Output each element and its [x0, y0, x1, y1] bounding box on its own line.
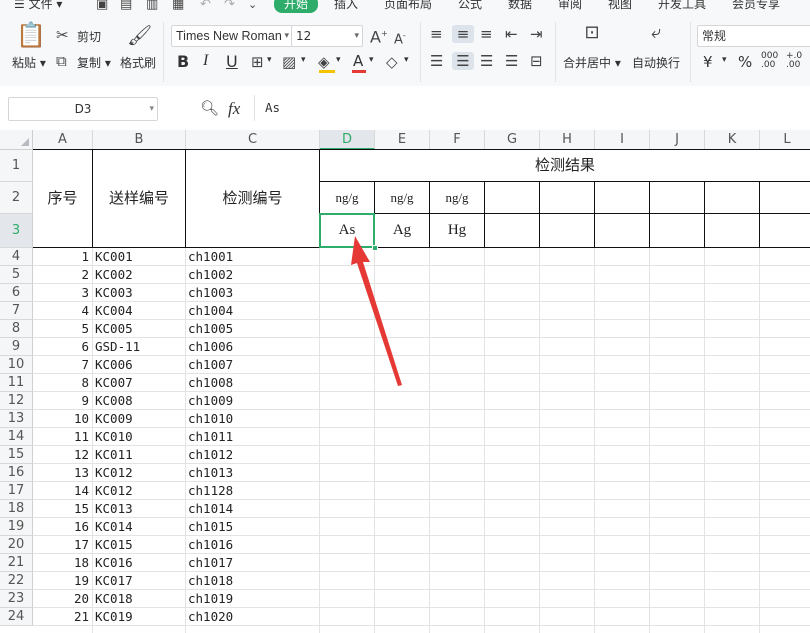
red-arrow-icon — [351, 236, 402, 386]
annotation-arrow — [351, 236, 402, 386]
